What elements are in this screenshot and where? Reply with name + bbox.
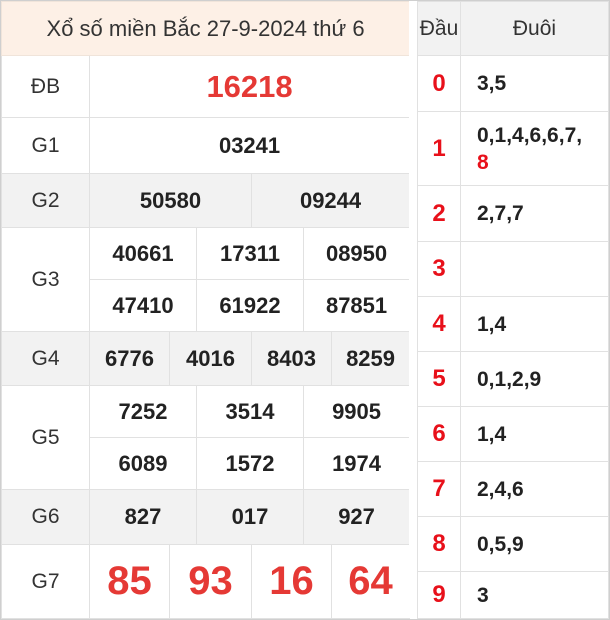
loto-tail: 2,7,7 [460, 185, 609, 242]
loto-head: 0 [417, 55, 461, 112]
loto-head: 1 [417, 111, 461, 186]
prize-row-g4: G4 6776 4016 8403 8259 [1, 331, 411, 386]
loto-tail: 3 [460, 571, 609, 619]
g4-number: 6776 [89, 331, 170, 386]
results-table: Xổ số miền Bắc 27-9-2024 thứ 6 ĐB 16218 … [0, 1, 411, 619]
title-row: Xổ số miền Bắc 27-9-2024 thứ 6 [0, 1, 411, 56]
loto-head: 2 [417, 185, 461, 242]
loto-head-tail-table: Đầu Đuôi 0 3,5 1 0,1,4,6,6,7, 8 2 2,7,7 3… [417, 1, 609, 619]
g5-number: 1974 [302, 437, 411, 490]
loto-row: 8 0,5,9 [417, 516, 609, 572]
loto-head: 4 [417, 296, 461, 352]
loto-head: 6 [417, 406, 461, 462]
g6-number: 827 [89, 489, 197, 545]
g6-number: 017 [196, 489, 304, 545]
loto-row: 2 2,7,7 [417, 185, 609, 242]
loto-row: 0 3,5 [417, 55, 609, 112]
loto-tail: 1,4 [460, 296, 609, 352]
g5-number: 6089 [89, 437, 197, 490]
prize-row-g3: G3 40661 17311 08950 [1, 227, 411, 332]
prize-label-g3: G3 [1, 227, 90, 332]
loto-head: 7 [417, 461, 461, 517]
page-title: Xổ số miền Bắc 27-9-2024 thứ 6 [0, 1, 411, 56]
loto-tail: 2,4,6 [460, 461, 609, 517]
loto-head: 3 [417, 241, 461, 297]
g7-number: 16 [251, 544, 332, 619]
prize-row-g5: G5 7252 3514 9905 [1, 385, 411, 490]
prize-label-db: ĐB [1, 55, 90, 118]
g2-number: 09244 [250, 173, 411, 228]
loto-head: 9 [417, 571, 461, 619]
g7-number: 93 [169, 544, 252, 619]
loto-row: 3 [417, 241, 609, 297]
prize-label-g5: G5 [1, 385, 90, 490]
g5-number: 1572 [196, 437, 304, 490]
loto-row: 7 2,4,6 [417, 461, 609, 517]
loto-tail: 0,1,2,9 [460, 351, 609, 407]
special-prize-number: 16218 [88, 55, 411, 118]
g5-number: 9905 [302, 385, 411, 438]
loto-tail: 1,4 [460, 406, 609, 462]
loto-row: 1 0,1,4,6,6,7, 8 [417, 111, 609, 186]
prize-label-g6: G6 [1, 489, 90, 545]
loto-tail: 3,5 [460, 55, 609, 112]
g7-number: 64 [330, 544, 411, 619]
g4-number: 8259 [330, 331, 411, 386]
loto-row: 4 1,4 [417, 296, 609, 352]
g5-number: 7252 [89, 385, 197, 438]
g1-number: 03241 [88, 117, 411, 174]
loto-head: 5 [417, 351, 461, 407]
column-divider [409, 1, 417, 618]
prize-row-db: ĐB 16218 [1, 55, 411, 118]
tail-column-header: Đuôi [460, 1, 609, 56]
prize-label-g2: G2 [1, 173, 90, 228]
g3-number: 47410 [89, 279, 197, 332]
head-column-header: Đầu [417, 1, 461, 56]
prize-row-g1: G1 03241 [1, 117, 411, 174]
prize-row-g6: G6 827 017 927 [1, 489, 411, 545]
g7-number: 85 [89, 544, 170, 619]
g3-number: 40661 [89, 227, 197, 280]
loto-tail: 0,5,9 [460, 516, 609, 572]
loto-tail [460, 241, 609, 297]
prize-row-g2: G2 50580 09244 [1, 173, 411, 228]
prize-label-g7: G7 [1, 544, 90, 619]
g3-number: 61922 [196, 279, 304, 332]
loto-tail-highlight: 8 [477, 150, 489, 174]
g4-number: 8403 [251, 331, 332, 386]
g3-number: 08950 [302, 227, 411, 280]
g4-number: 4016 [169, 331, 252, 386]
prize-row-g7: G7 85 93 16 64 [1, 544, 411, 619]
g6-number: 927 [302, 489, 411, 545]
loto-row: 5 0,1,2,9 [417, 351, 609, 407]
loto-header-row: Đầu Đuôi [417, 1, 609, 56]
loto-row: 9 3 [417, 571, 609, 619]
prize-label-g1: G1 [1, 117, 90, 174]
g3-number: 17311 [196, 227, 304, 280]
g3-number: 87851 [302, 279, 411, 332]
g5-number: 3514 [196, 385, 304, 438]
loto-head: 8 [417, 516, 461, 572]
loto-tail: 0,1,4,6,6,7, 8 [460, 111, 609, 186]
g2-number: 50580 [89, 173, 252, 228]
prize-label-g4: G4 [1, 331, 90, 386]
loto-row: 6 1,4 [417, 406, 609, 462]
loto-tail-values: 0,1,4,6,6,7, [477, 123, 583, 147]
